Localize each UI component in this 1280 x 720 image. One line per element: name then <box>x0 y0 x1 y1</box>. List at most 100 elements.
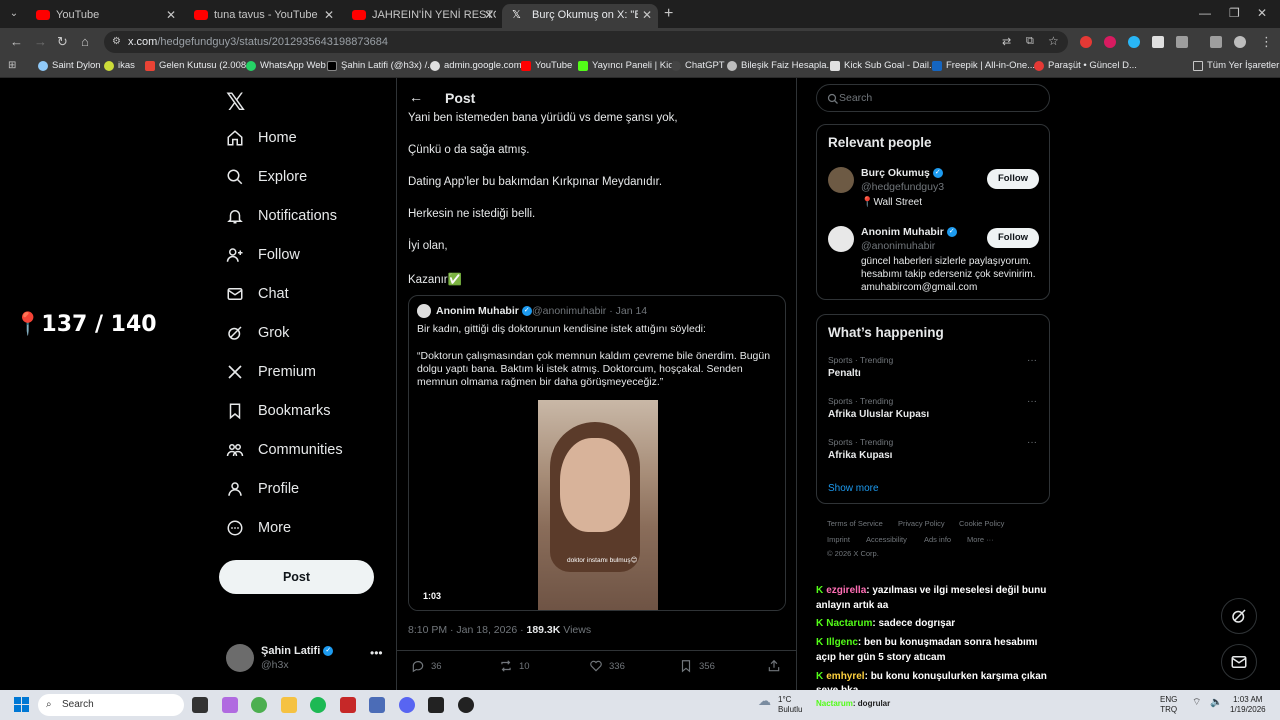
bookmark-item[interactable]: Freepik | All-in-One... <box>932 60 1035 71</box>
extension-icon[interactable] <box>1104 36 1116 48</box>
more-options-icon[interactable]: ··· <box>1027 355 1037 366</box>
extension-icon[interactable] <box>1128 36 1140 48</box>
discord-icon[interactable] <box>399 697 415 713</box>
back-arrow-icon[interactable]: ← <box>409 89 423 105</box>
site-info-icon[interactable]: ⚙ <box>112 36 121 47</box>
footer-link[interactable]: Privacy Policy <box>898 519 945 528</box>
nav-profile[interactable]: Profile <box>226 477 299 501</box>
repost-button[interactable]: 10 <box>499 659 530 673</box>
close-tab-icon[interactable]: ✕ <box>166 4 176 26</box>
nav-premium[interactable]: Premium <box>226 360 316 384</box>
follow-button[interactable]: Follow <box>987 228 1039 248</box>
browser-tab-active[interactable]: 𝕏 Burç Okumuş on X: "Bakın insan ✕ <box>502 4 658 28</box>
weather-cloud-icon[interactable]: ☁ <box>758 694 771 707</box>
close-tab-icon[interactable]: ✕ <box>484 4 494 26</box>
chrome-icon[interactable] <box>251 697 267 713</box>
footer-link[interactable]: More ··· <box>967 535 994 544</box>
more-options-icon[interactable]: ··· <box>1027 437 1037 448</box>
bookmark-item[interactable]: YouTube <box>521 60 572 71</box>
footer-link[interactable]: Imprint <box>827 535 850 544</box>
address-bar[interactable]: ⚙ x.com/hedgefundguy3/status/20129356431… <box>104 31 1068 53</box>
reply-button[interactable]: 36 <box>411 659 442 673</box>
nav-grok[interactable]: Grok <box>226 321 289 345</box>
post-button[interactable]: Post <box>219 560 374 594</box>
forward-arrow-icon[interactable]: → <box>34 34 47 49</box>
grok-floating-button[interactable] <box>1221 598 1257 634</box>
more-options-icon[interactable]: ••• <box>370 646 383 660</box>
browser-menu-icon[interactable]: ⋮ <box>1260 34 1273 50</box>
nav-more[interactable]: More <box>226 516 291 540</box>
all-bookmarks-folder[interactable]: Tüm Yer İşaretleri <box>1193 60 1280 71</box>
profile-avatar-icon[interactable] <box>1234 36 1246 48</box>
bookmark-item[interactable]: ikas <box>104 60 135 71</box>
wifi-icon[interactable]: ⌔ <box>1192 698 1201 708</box>
nav-notifications[interactable]: Notifications <box>226 204 337 228</box>
weather-widget[interactable]: 1°C Bulutlu <box>778 695 802 715</box>
browser-tab[interactable]: YouTube ✕ <box>26 4 182 28</box>
bookmark-item[interactable]: ChatGPT <box>671 60 725 71</box>
install-icon[interactable]: ⧉ <box>1026 35 1034 48</box>
bookmark-item[interactable]: Saint Dylon <box>38 60 101 71</box>
person-name[interactable]: Anonim Muhabir ✓ <box>861 226 957 238</box>
apps-grid-icon[interactable]: ⊞ <box>8 60 16 71</box>
extensions-puzzle-icon[interactable] <box>1176 36 1188 48</box>
windows-start-icon[interactable] <box>14 697 30 713</box>
language-indicator[interactable]: ENG TRQ <box>1160 695 1177 715</box>
new-tab-button[interactable]: + <box>664 5 673 23</box>
clock[interactable]: 1:03 AM 1/19/2026 <box>1230 695 1266 715</box>
home-icon[interactable]: ⌂ <box>81 34 89 49</box>
bookmark-item[interactable]: Şahin Latifi (@h3x) /... <box>327 60 435 71</box>
browser-tab[interactable]: JAHREIN'İN YENİ RESTORANINA ✕ <box>342 4 500 28</box>
x-logo-icon[interactable]: 𝕏 <box>226 88 245 117</box>
bookmark-item[interactable]: Bileşik Faiz Hesapla... <box>727 60 834 71</box>
nav-explore[interactable]: Explore <box>226 165 307 189</box>
spotify-icon[interactable] <box>310 697 326 713</box>
volume-icon[interactable]: 🔈 <box>1210 698 1222 708</box>
bookmark-item[interactable]: admin.google.com <box>430 60 522 71</box>
share-button[interactable] <box>767 659 787 673</box>
reading-list-icon[interactable] <box>1210 36 1222 48</box>
bookmark-star-icon[interactable]: ☆ <box>1048 34 1059 48</box>
app-icon[interactable] <box>340 697 356 713</box>
browser-tab[interactable]: tuna tavus - YouTube ✕ <box>184 4 340 28</box>
messages-floating-button[interactable] <box>1221 644 1257 680</box>
reload-icon[interactable]: ↻ <box>57 34 68 50</box>
nav-bookmarks[interactable]: Bookmarks <box>226 399 331 423</box>
footer-link[interactable]: Terms of Service <box>827 519 883 528</box>
extension-icon[interactable] <box>1152 36 1164 48</box>
back-arrow-icon[interactable]: ← <box>10 34 23 49</box>
bookmark-item[interactable]: Kick Sub Goal - Dail... <box>830 60 937 71</box>
bookmark-item[interactable]: Yayıncı Paneli | Kick <box>578 60 678 71</box>
app-icon[interactable] <box>222 697 238 713</box>
bookmark-item[interactable]: Gelen Kutusu (2.008... <box>145 60 254 71</box>
quoted-post[interactable]: Anonim Muhabir ✓ @anonimuhabir · Jan 14 B… <box>408 295 786 611</box>
close-window-icon[interactable]: ✕ <box>1257 6 1267 20</box>
close-tab-icon[interactable]: ✕ <box>642 4 652 26</box>
account-switcher[interactable]: Şahin Latifi ✓ @h3x ••• <box>226 642 386 678</box>
more-options-icon[interactable]: ··· <box>1027 396 1037 407</box>
nav-home[interactable]: Home <box>226 126 297 150</box>
like-button[interactable]: 336 <box>589 659 625 673</box>
nav-chat[interactable]: Chat <box>226 282 289 306</box>
follow-button[interactable]: Follow <box>987 169 1039 189</box>
search-input[interactable]: Search <box>816 84 1050 112</box>
extension-icon[interactable] <box>1080 36 1092 48</box>
taskbar-search[interactable]: ⌕ Search <box>38 694 184 716</box>
tab-search-chevron-icon[interactable]: ⌄ <box>6 6 22 22</box>
restore-icon[interactable]: ❐ <box>1229 6 1240 20</box>
bookmark-button[interactable]: 356 <box>679 659 715 673</box>
close-tab-icon[interactable]: ✕ <box>324 4 334 26</box>
footer-link[interactable]: Accessibility <box>866 535 907 544</box>
nav-follow[interactable]: Follow <box>226 243 300 267</box>
video-player[interactable]: doktor instamı bulmuş😊 1:03 <box>409 400 785 610</box>
footer-link[interactable]: Cookie Policy <box>959 519 1004 528</box>
translate-icon[interactable]: ⇄ <box>1002 35 1011 48</box>
obs-icon[interactable] <box>458 697 474 713</box>
file-explorer-icon[interactable] <box>281 697 297 713</box>
nav-communities[interactable]: Communities <box>226 438 343 462</box>
app-icon[interactable] <box>428 697 444 713</box>
app-icon[interactable] <box>369 697 385 713</box>
bookmark-item[interactable]: Paraşüt • Güncel D... <box>1034 60 1137 71</box>
person-name[interactable]: Burç Okumuş ✓ <box>861 167 943 179</box>
minimize-icon[interactable]: — <box>1199 6 1211 20</box>
